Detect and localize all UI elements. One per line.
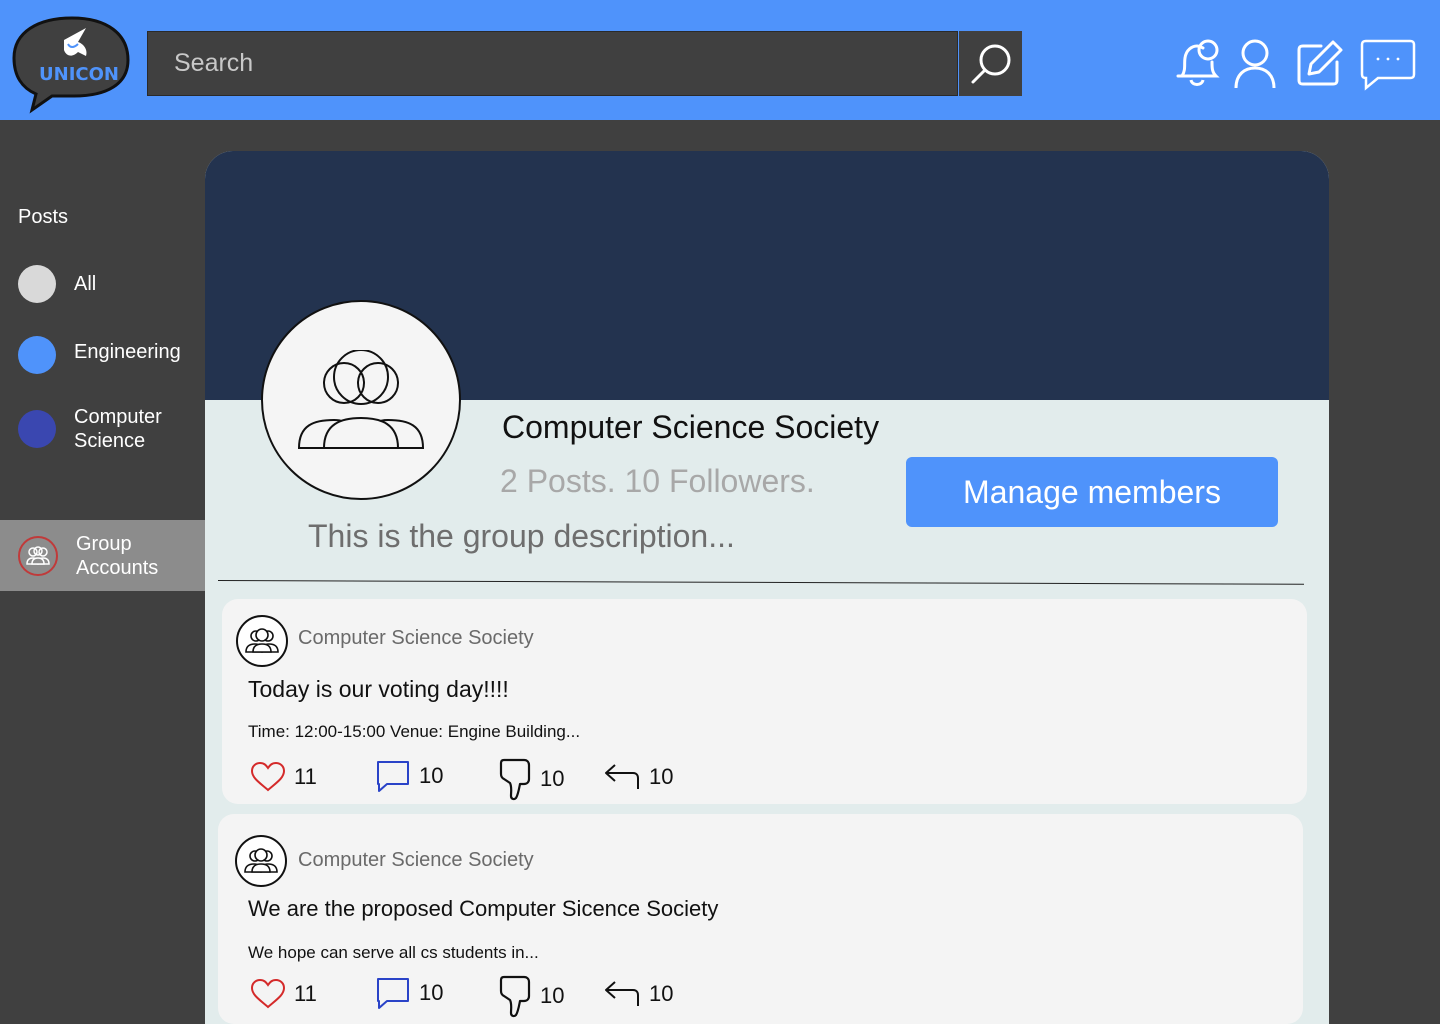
dislike-button[interactable]: 10 (498, 974, 564, 1018)
sidebar-item-label: All (74, 273, 97, 295)
comment-button[interactable]: 10 (375, 759, 443, 793)
heart-icon (250, 761, 286, 792)
divider (217, 580, 1304, 585)
top-bar: UNICON (0, 0, 1440, 120)
sidebar: Posts All Engineering Computer Science G… (0, 120, 205, 1024)
group-page: Computer Science Society 2 Posts. 10 Fol… (205, 151, 1329, 1024)
search-button[interactable] (959, 31, 1022, 96)
post-author-avatar[interactable] (235, 835, 287, 887)
category-dot (18, 336, 56, 374)
post-author[interactable]: Computer Science Society (298, 627, 534, 650)
dislike-count: 10 (540, 983, 565, 1008)
share-count: 10 (649, 764, 674, 789)
comment-icon (377, 761, 409, 792)
group-stats: 2 Posts. 10 Followers. (500, 463, 815, 499)
compose-button[interactable] (1295, 38, 1345, 92)
sidebar-title: Posts (18, 206, 69, 228)
user-icon (1234, 39, 1276, 89)
dislike-count: 10 (540, 766, 565, 791)
profile-button[interactable] (1233, 38, 1277, 94)
like-button[interactable]: 11 (250, 761, 317, 793)
share-button[interactable]: 10 (603, 980, 673, 1008)
post-title[interactable]: Today is our voting day!!!! (248, 676, 509, 703)
post-body: We hope can serve all cs students in... (248, 943, 539, 962)
post-title[interactable]: We are the proposed Computer Sicence Soc… (248, 896, 718, 922)
reply-icon (605, 981, 639, 1006)
dislike-button[interactable]: 10 (498, 757, 564, 801)
thumbs-down-icon (499, 975, 531, 1018)
like-button[interactable]: 11 (250, 978, 317, 1010)
edit-icon (1297, 40, 1343, 86)
category-dot (18, 265, 56, 303)
sidebar-item-label: Computer Science (74, 406, 162, 452)
reply-icon (605, 764, 639, 789)
search-bar (147, 31, 958, 96)
sidebar-item-all[interactable]: All (0, 262, 205, 306)
messages-button[interactable] (1360, 38, 1416, 96)
bell-icon (1176, 39, 1220, 86)
group-description: This is the group description... (308, 518, 735, 554)
group-icon (244, 848, 278, 873)
post-author-avatar[interactable] (236, 615, 288, 667)
search-input[interactable] (148, 32, 957, 95)
comment-icon (377, 978, 409, 1009)
category-dot (18, 410, 56, 448)
sidebar-item-label: Group Accounts (76, 533, 159, 579)
thumbs-down-icon (499, 758, 531, 801)
heart-icon (250, 978, 286, 1009)
search-icon (971, 44, 1010, 83)
group-icon (297, 350, 425, 449)
group-avatar (261, 300, 461, 500)
group-name: Computer Science Society (502, 409, 880, 445)
share-count: 10 (649, 981, 674, 1006)
manage-members-button[interactable]: Manage members (906, 457, 1278, 527)
sidebar-item-engineering[interactable]: Engineering (0, 332, 205, 376)
share-button[interactable]: 10 (603, 763, 673, 791)
logo-text: UNICON (39, 64, 119, 85)
sidebar-item-computer-science[interactable]: Computer Science (0, 402, 205, 458)
like-count: 11 (294, 981, 317, 1006)
comment-count: 10 (419, 763, 444, 788)
post-card[interactable]: Computer Science Society We are the prop… (218, 814, 1303, 1024)
like-count: 11 (294, 764, 317, 789)
sidebar-item-group-accounts[interactable]: Group Accounts (0, 520, 205, 591)
group-icon (245, 628, 279, 653)
notifications-button[interactable] (1172, 36, 1222, 94)
post-author[interactable]: Computer Science Society (298, 849, 534, 872)
chat-icon (1360, 39, 1416, 91)
sidebar-item-label: Engineering (74, 341, 181, 363)
post-body: Time: 12:00-15:00 Venue: Engine Building… (248, 722, 581, 741)
comment-button[interactable]: 10 (375, 976, 443, 1010)
group-icon (18, 536, 58, 576)
comment-count: 10 (419, 980, 444, 1005)
unicon-logo[interactable]: UNICON (12, 14, 132, 114)
post-card[interactable]: Computer Science Society Today is our vo… (222, 599, 1307, 804)
